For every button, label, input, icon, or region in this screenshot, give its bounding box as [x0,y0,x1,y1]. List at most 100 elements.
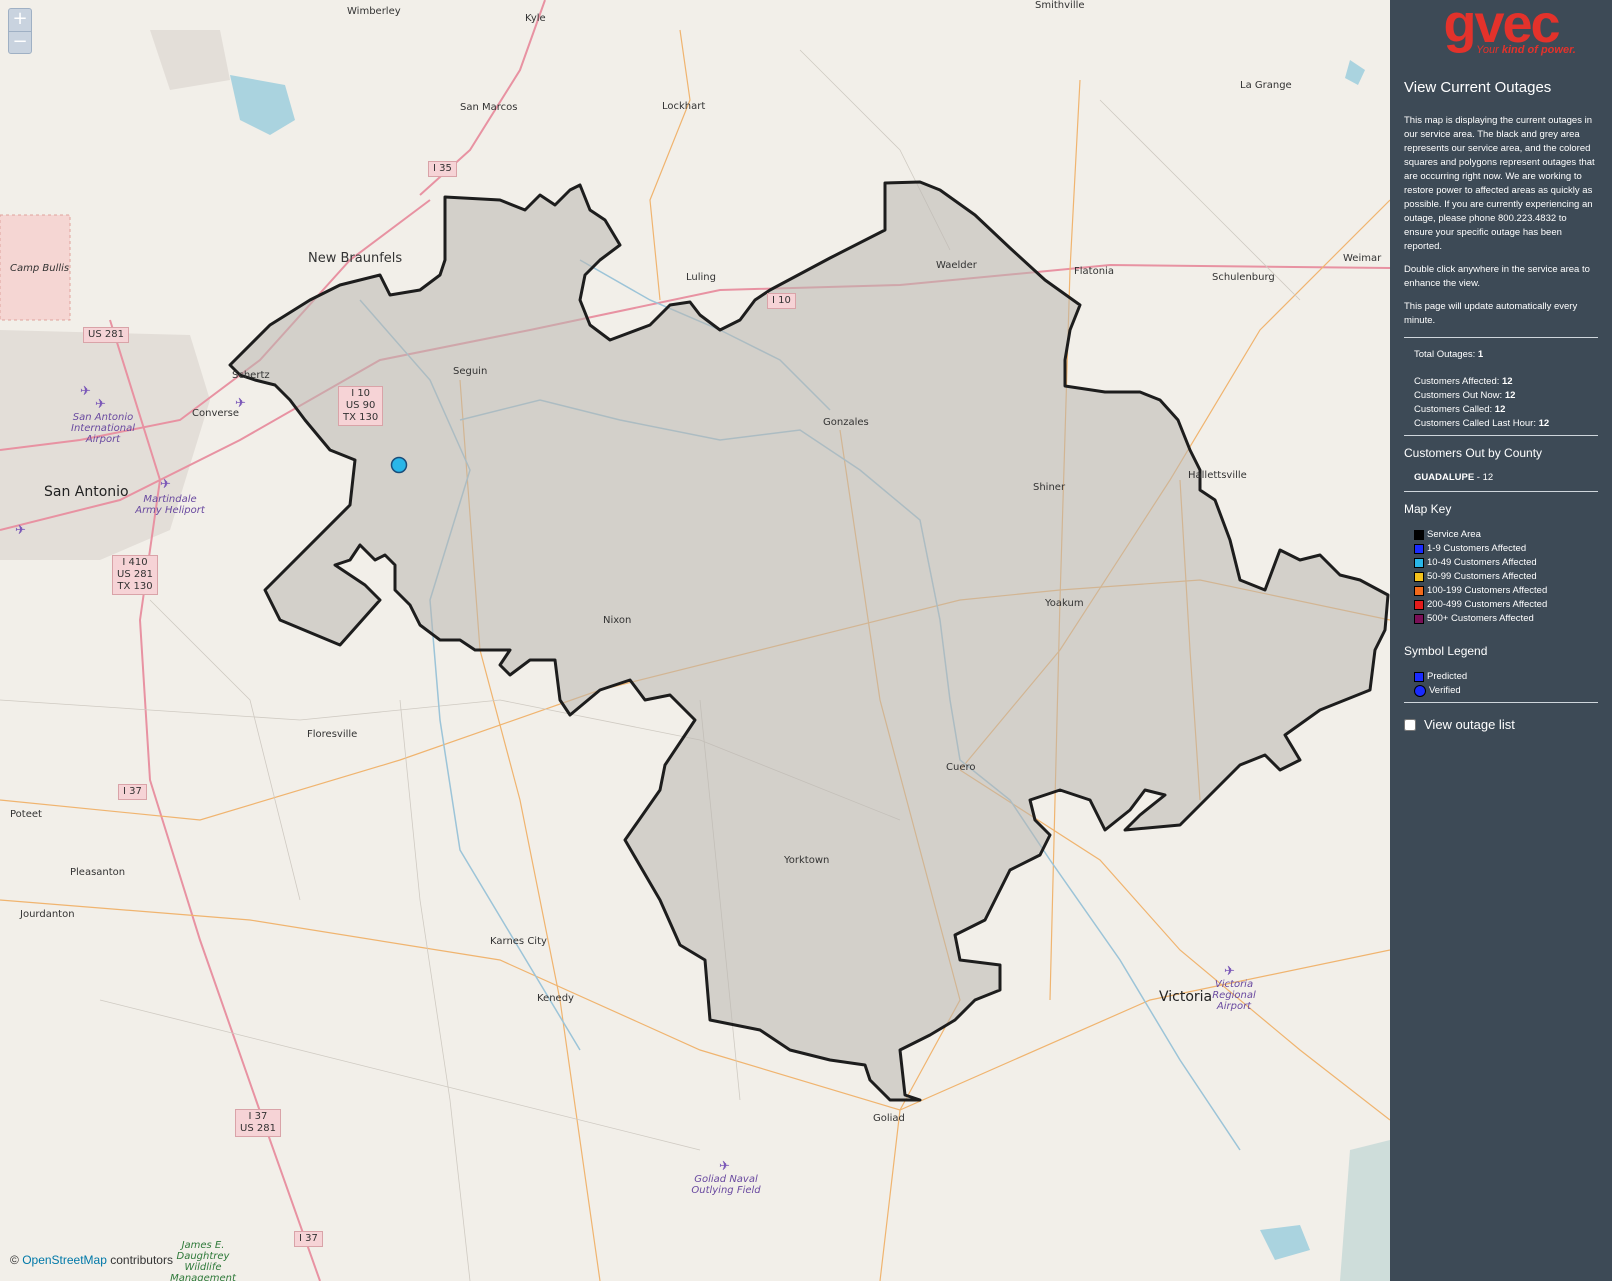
county-name: GUADALUPE [1414,472,1475,483]
divider [1404,491,1598,492]
shield-i10-stack: I 10 US 90 TX 130 [338,386,384,426]
place-victoria-airport: Victoria Regional Airport [1212,979,1256,1012]
map-key-swatch [1414,558,1424,568]
place-james-daughtrey: James E. Daughtrey Wildlife Management [170,1240,236,1281]
total-outages-label: Total Outages: [1414,349,1476,360]
place-poteet: Poteet [10,809,42,820]
place-schertz: Schertz [232,370,270,381]
logo-tag-kind: kind of power. [1501,44,1576,56]
customers-affected-value: 12 [1502,376,1513,387]
map-canvas[interactable]: ✈✈ ✈✈ ✈✈ ✈ [0,0,1390,1281]
svg-text:✈: ✈ [1224,964,1235,979]
place-goliad: Goliad [873,1113,905,1124]
symbol-legend-item: Predicted [1414,670,1598,684]
divider [1404,435,1598,436]
map-key-swatch [1414,572,1424,582]
zoom-in-button[interactable]: + [9,9,31,31]
openstreetmap-link[interactable]: OpenStreetMap [22,1253,107,1267]
symbol-legend-title: Symbol Legend [1404,644,1488,658]
outage-map[interactable]: ✈ ✈ ✈ ✈ ✈ ✈ ✈ Wimberley Kyle Smithville San… [0,0,1390,1281]
shield-i37-c: I 37 [294,1231,323,1247]
customers-called-label: Customers Called: [1414,404,1493,415]
map-key-label: 10-49 Customers Affected [1427,557,1537,568]
place-karnes-city: Karnes City [490,936,547,947]
map-attribution: © OpenStreetMap contributors [10,1253,173,1267]
shield-i37-b: I 37 US 281 [235,1109,281,1137]
symbol-legend-label: Predicted [1427,671,1468,682]
shield-i10: I 10 [767,293,796,309]
customers-called: Customers Called: 12 [1404,403,1598,417]
customers-out-now: Customers Out Now: 12 [1404,389,1598,403]
map-key-item: 1-9 Customers Affected [1414,542,1598,556]
auto-update-note: This page will update automatically ever… [1404,301,1578,326]
place-waelder: Waelder [936,260,977,271]
map-key-label: 50-99 Customers Affected [1427,571,1537,582]
map-key-title: Map Key [1404,502,1452,516]
place-wimberley: Wimberley [347,6,401,17]
customers-called-last-hour-label: Customers Called Last Hour: [1414,418,1536,429]
attribution-suffix: contributors [110,1253,173,1267]
double-click-hint: Double click anywhere in the service are… [1404,264,1590,289]
service-area-polygon [228,180,1390,1102]
place-smithville: Smithville [1035,0,1085,11]
shield-us281: US 281 [83,327,129,343]
description-paragraph: This map is displaying the current outag… [1404,115,1595,252]
logo-tag-prefix: Your [1476,44,1502,56]
map-key-swatch [1414,544,1424,554]
symbol-legend-item: Verified [1414,684,1598,698]
square-symbol-icon [1414,672,1424,682]
shield-i37-a: I 37 [118,784,147,800]
logo-tagline: Your kind of power. [1404,44,1598,56]
svg-text:✈: ✈ [95,397,106,412]
shield-i410-stack: I 410 US 281 TX 130 [112,555,158,595]
place-nixon: Nixon [603,615,632,626]
place-cuero: Cuero [946,762,976,773]
place-hallettsville: Hallettsville [1188,470,1247,481]
place-pleasanton: Pleasanton [70,867,126,878]
place-san-marcos: San Marcos [460,102,518,113]
divider [1404,337,1598,338]
county-row: GUADALUPE - 12 [1404,472,1598,483]
sidebar-title: View Current Outages [1404,79,1552,96]
map-key-label: 100-199 Customers Affected [1427,585,1548,596]
outage-marker [390,456,408,474]
map-key-item: 500+ Customers Affected [1414,612,1598,626]
place-yorktown: Yorktown [784,855,830,866]
view-outage-list-label: View outage list [1424,717,1515,732]
view-outage-list-toggle[interactable]: View outage list [1404,717,1598,732]
customers-out-now-label: Customers Out Now: [1414,390,1503,401]
shield-i35: I 35 [428,161,457,177]
place-martindale: Martindale Army Heliport [135,494,205,516]
svg-text:✈: ✈ [80,384,91,399]
view-outage-list-checkbox[interactable] [1404,718,1416,731]
place-flatonia: Flatonia [1074,266,1114,277]
place-gonzales: Gonzales [823,417,869,428]
place-san-antonio: San Antonio [44,484,129,500]
place-shiner: Shiner [1033,482,1066,493]
place-converse: Converse [192,408,239,419]
customers-called-last-hour-value: 12 [1538,418,1550,429]
zoom-out-button[interactable]: − [9,31,31,53]
customers-called-last-hour: Customers Called Last Hour: 12 [1404,417,1598,431]
map-key-swatch [1414,600,1424,610]
place-new-braunfels: New Braunfels [308,251,403,266]
place-seguin: Seguin [453,366,488,377]
place-kenedy: Kenedy [537,993,574,1004]
gvec-logo: gvec Your kind of power. [1404,0,1598,60]
map-key-swatch [1414,530,1424,540]
place-la-grange: La Grange [1240,80,1292,91]
map-key-label: 1-9 Customers Affected [1427,543,1527,554]
place-schulenburg: Schulenburg [1212,272,1275,283]
symbol-legend-label: Verified [1429,685,1461,696]
county-title: Customers Out by County [1404,446,1543,460]
customers-affected-label: Customers Affected: [1414,376,1500,387]
attribution-copyright: © [10,1253,19,1267]
map-key-swatch [1414,614,1424,624]
place-yoakum: Yoakum [1045,598,1084,609]
map-key-label: 500+ Customers Affected [1427,613,1534,624]
circle-symbol-icon [1414,685,1426,697]
place-floresville: Floresville [307,729,358,740]
svg-text:✈: ✈ [160,477,171,492]
map-key-label: Service Area [1427,529,1481,540]
customers-affected: Customers Affected: 12 [1404,375,1598,389]
